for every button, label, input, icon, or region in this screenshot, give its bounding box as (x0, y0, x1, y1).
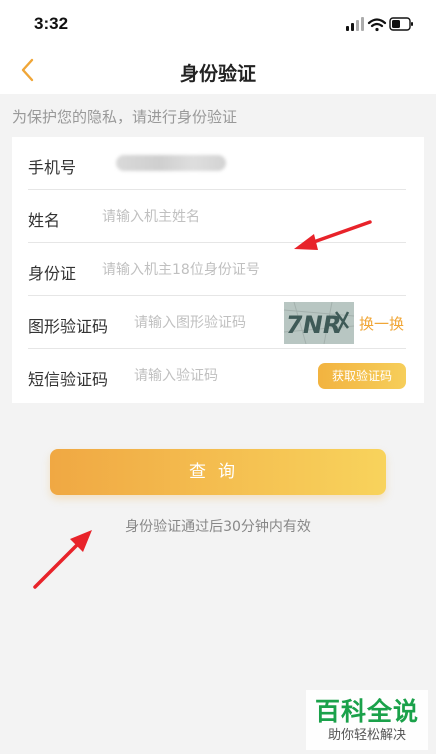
status-time: 3:32 (34, 14, 69, 33)
watermark-title: 百科全说 (314, 697, 419, 726)
id-label: 身份证 (28, 264, 77, 283)
sms-row: 短信验证码 获取验证码 (28, 349, 406, 402)
captcha-refresh-link[interactable]: 换一换 (359, 313, 404, 334)
status-icons (344, 15, 414, 35)
phone-label: 手机号 (28, 158, 77, 177)
status-bar: 3:32 (0, 0, 436, 48)
battery-icon (389, 17, 413, 31)
verification-form: 手机号 姓名 身份证 图形验证码 7NR 换一换 (12, 137, 424, 403)
captcha-input[interactable] (134, 312, 274, 334)
phone-row: 手机号 (28, 137, 406, 190)
captcha-text: 7NR (284, 311, 344, 339)
wifi-icon (367, 18, 387, 32)
captcha-row: 图形验证码 7NR 换一换 (28, 296, 406, 349)
page-title: 身份验证 (179, 63, 256, 85)
query-button[interactable]: 查询 (50, 449, 386, 495)
annotation-arrow-icon (33, 530, 92, 589)
captcha-image[interactable]: 7NR (283, 301, 355, 345)
sms-code-input[interactable] (134, 365, 304, 387)
watermark-slogan: 助你轻松解决 (327, 728, 406, 743)
get-sms-code-button[interactable]: 获取验证码 (318, 363, 406, 389)
privacy-hint: 为保护您的隐私，请进行身份验证 (12, 108, 238, 126)
masked-phone-number (116, 155, 226, 171)
sms-label: 短信验证码 (28, 370, 109, 389)
annotation-arrow-icon (294, 220, 372, 250)
captcha-label: 图形验证码 (28, 317, 109, 336)
watermark-logo: 百科全说 助你轻松解决 (306, 690, 428, 750)
name-label: 姓名 (28, 211, 61, 230)
id-number-input[interactable] (102, 259, 392, 281)
signal-icon (346, 17, 364, 31)
nav-bar: 身份验证 (0, 48, 436, 94)
